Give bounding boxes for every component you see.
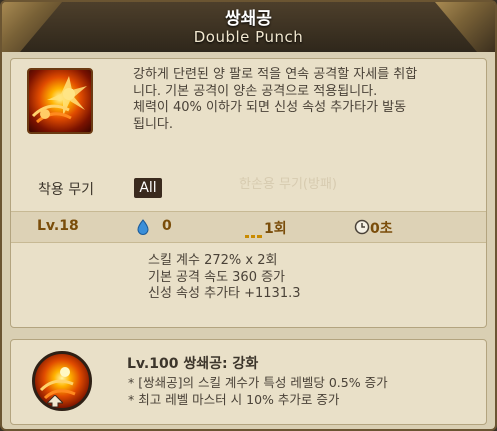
skill-details-panel: 강하게 단련된 양 팔로 적을 연속 공격할 자세를 취합 니다. 기본 공격이… <box>10 58 487 328</box>
skill-effect-line: 스킬 계수 272% x 2회 <box>148 253 278 268</box>
weapon-badge: All <box>134 178 162 198</box>
awaken-description-line: * [쌍쇄공]의 스킬 계수가 특성 레벨당 0.5% 증가 <box>128 375 388 390</box>
awaken-title: Lv.100 쌍쇄공: 강화 <box>127 356 259 372</box>
water-drop-icon <box>137 219 149 239</box>
up-arrow-icon <box>45 392 65 411</box>
dash-icon <box>245 225 263 244</box>
awaken-description-line: * 최고 레벨 마스터 시 10% 추가로 증가 <box>128 391 340 407</box>
skill-description: 강하게 단련된 양 팔로 적을 연속 공격할 자세를 취합 니다. 기본 공격이… <box>133 67 478 133</box>
awaken-description: * [쌍쇄공]의 스킬 계수가 특성 레벨당 0.5% 증가 * 최고 레벨 마… <box>128 375 388 408</box>
skill-stats-bar: Lv.18 0 1회 0초 <box>11 211 486 243</box>
tooltip-header: 쌍쇄공 Double Punch <box>2 2 495 52</box>
skill-description-line: 체력이 40% 이하가 되면 신성 속성 추가타가 발동 <box>133 100 407 115</box>
mana-cost: 0 <box>162 218 172 234</box>
weapon-label: 착용 무기 <box>38 182 94 198</box>
skill-description-line: 니다. 기본 공격이 양손 공격으로 적용됩니다. <box>133 83 378 99</box>
clock-icon <box>354 219 370 239</box>
double-punch-skill-icon <box>27 68 93 134</box>
usage-count: 1회 <box>264 221 287 237</box>
skill-description-line: 강하게 단련된 양 팔로 적을 연속 공격할 자세를 취합 <box>133 67 418 82</box>
awaken-panel: Lv.100 쌍쇄공: 강화 * [쌍쇄공]의 스킬 계수가 특성 레벨당 0.… <box>10 339 487 425</box>
cooldown-time: 0초 <box>370 221 393 237</box>
skill-effect-line: 기본 공격 속도 360 증가 <box>148 269 286 285</box>
skill-title-english: Double Punch <box>193 28 304 46</box>
skill-level: Lv.18 <box>37 218 79 234</box>
skill-effect-line: 신성 속성 추가타 +1131.3 <box>148 286 301 301</box>
skill-description-line: 됩니다. <box>133 116 174 132</box>
skill-title-korean: 쌍쇄공 <box>225 9 272 29</box>
skill-tooltip: 쌍쇄공 Double Punch 강하게 단련된 양 팔로 적을 연속 공격할 … <box>0 0 497 431</box>
skill-effects: 스킬 계수 272% x 2회 기본 공격 속도 360 증가 신성 속성 추가… <box>148 253 301 303</box>
background-watermark-text: 한손용 무기(방패) <box>239 177 337 192</box>
double-punch-awaken-icon <box>32 351 92 411</box>
